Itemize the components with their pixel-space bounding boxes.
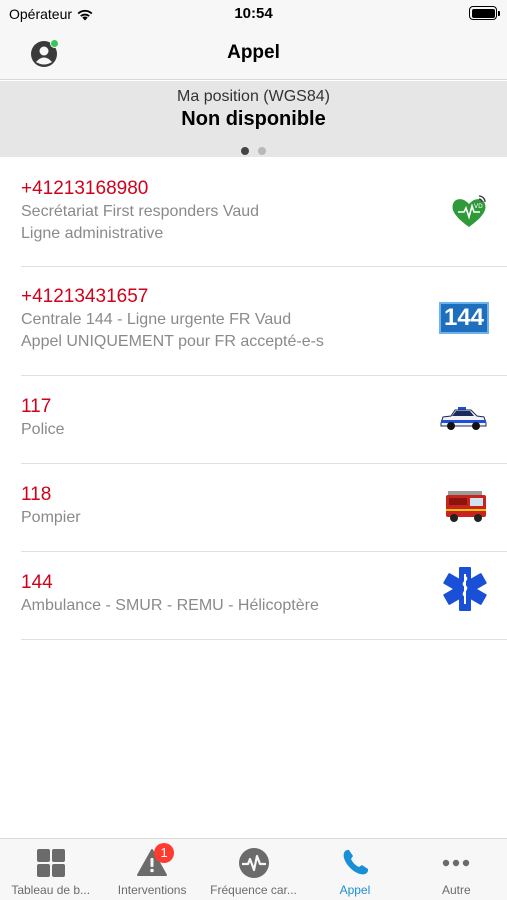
tab-appel[interactable]: Appel bbox=[304, 839, 405, 900]
call-row-secretariat[interactable]: +41213168980 Secrétariat First responder… bbox=[0, 157, 507, 267]
heart-icon: VD bbox=[452, 195, 486, 227]
call-description: Centrale 144 - Ligne urgente FR Vaud bbox=[21, 311, 292, 328]
star-of-life-icon bbox=[443, 567, 487, 611]
police-car-icon bbox=[440, 407, 487, 430]
row-separator bbox=[21, 639, 507, 640]
call-detail: Appel UNIQUEMENT pour FR accepté-e-s bbox=[21, 333, 324, 350]
tab-dashboard[interactable]: Tableau de b... bbox=[0, 839, 101, 900]
navigation-bar: Appel bbox=[0, 30, 507, 80]
call-number: 118 bbox=[21, 484, 52, 505]
tab-bar: Tableau de b... 1 Interventions Fréquenc… bbox=[0, 838, 507, 900]
tab-label: Autre bbox=[441, 883, 471, 897]
call-number: +41213168980 bbox=[21, 178, 149, 199]
position-value: Non disponible bbox=[181, 108, 326, 130]
tab-label: Tableau de b... bbox=[11, 883, 91, 897]
call-row-pompier[interactable]: 118 Pompier bbox=[0, 463, 507, 552]
call-description: Police bbox=[21, 421, 65, 438]
status-bar: Opérateur 10:54 bbox=[0, 0, 507, 30]
page-dot-2[interactable] bbox=[258, 147, 266, 155]
more-icon bbox=[443, 859, 470, 867]
call-number: +41213431657 bbox=[21, 286, 149, 307]
tab-label: Interventions bbox=[117, 883, 187, 897]
call-row-police[interactable]: 117 Police bbox=[0, 375, 507, 464]
call-row-ambulance[interactable]: 144 Ambulance - SMUR - REMU - Hélicoptèr… bbox=[0, 551, 507, 640]
call-description: Secrétariat First responders Vaud bbox=[21, 203, 260, 220]
call-number: 117 bbox=[21, 396, 52, 417]
call-description: Pompier bbox=[21, 509, 81, 526]
heart-rate-icon bbox=[238, 848, 269, 878]
battery-icon bbox=[469, 6, 500, 20]
144-logo-text: 144 bbox=[443, 304, 485, 331]
page-title: Appel bbox=[227, 42, 280, 63]
fire-truck-icon bbox=[446, 491, 486, 522]
clock: 10:54 bbox=[234, 5, 273, 22]
call-description: Ambulance - SMUR - REMU - Hélicoptère bbox=[21, 597, 319, 614]
page-indicator[interactable] bbox=[0, 147, 507, 155]
position-panel: Ma position (WGS84) Non disponible bbox=[0, 81, 507, 157]
tab-label: Fréquence car... bbox=[210, 883, 297, 897]
call-number: 144 bbox=[21, 572, 53, 593]
page-dot-1[interactable] bbox=[241, 147, 249, 155]
phone-icon bbox=[343, 850, 368, 875]
tab-label: Appel bbox=[339, 883, 371, 897]
144-logo-icon: 144 bbox=[439, 302, 489, 334]
call-row-centrale-144[interactable]: +41213431657 Centrale 144 - Ligne urgent… bbox=[0, 266, 507, 376]
dashboard-icon bbox=[36, 849, 65, 877]
call-list: +41213168980 Secrétariat First responder… bbox=[0, 157, 507, 640]
call-detail: Ligne administrative bbox=[21, 225, 164, 242]
tab-heart-rate[interactable]: Fréquence car... bbox=[203, 839, 304, 900]
position-label: Ma position (WGS84) bbox=[177, 88, 330, 105]
tab-interventions[interactable]: 1 Interventions bbox=[101, 839, 202, 900]
tab-autre[interactable]: Autre bbox=[406, 839, 507, 900]
notification-badge: 1 bbox=[154, 843, 175, 863]
svg-text:VD: VD bbox=[474, 203, 483, 210]
